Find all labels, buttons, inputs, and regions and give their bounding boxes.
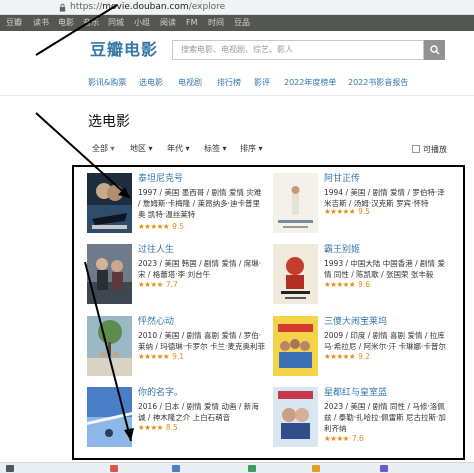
movie-card[interactable]: 霸王别姬 1993 / 中国大陆 中国香港 / 剧情 爱情 同性 / 陈凯歌 /… — [273, 244, 463, 322]
douban-movie-logo[interactable]: 豆瓣电影 — [90, 40, 158, 60]
movie-title[interactable]: 阿甘正传 — [324, 173, 360, 185]
os-taskbar — [0, 462, 474, 473]
screenshot-root: https://movie.douban.com/explore 豆瓣 读书 电… — [0, 0, 474, 473]
movie-card[interactable]: 你的名字。 2016 / 日本 / 剧情 爱情 动画 / 新海诚 / 神木隆之介… — [87, 387, 277, 465]
movie-poster[interactable] — [273, 244, 318, 304]
movie-rating: ★★★★★ 9.2 — [324, 352, 370, 362]
movie-meta: 1997 / 美国 墨西哥 / 剧情 爱情 灾难 / 詹姆斯·卡梅隆 / 莱昂纳… — [138, 188, 262, 219]
nav-time[interactable]: 时间 — [208, 17, 224, 28]
rating-stars: ★★★★ — [138, 423, 163, 432]
nav-fm[interactable]: FM — [186, 17, 198, 28]
rating-stars: ★★★★★ — [324, 352, 356, 361]
movie-subnav: 影讯&购票 选电影 电视剧 排行榜 影评 2022年度榜单 2022书影音报告 — [0, 73, 474, 93]
subnav-tv[interactable]: 电视剧 — [178, 77, 202, 88]
movie-title[interactable]: 星都红与皇室蓝 — [324, 387, 387, 399]
movie-title[interactable]: 霸王别姬 — [324, 244, 360, 256]
rating-score: 9.6 — [358, 280, 371, 289]
search-input[interactable]: 搜索电影、电视剧、综艺、影人 — [172, 40, 424, 60]
subnav-explore[interactable]: 选电影 — [139, 77, 163, 88]
nav-books[interactable]: 读书 — [33, 17, 49, 28]
movie-rating: ★★★★★ 9.5 — [138, 222, 184, 232]
movie-rating: ★★★★★ 9.1 — [138, 352, 184, 362]
movie-title[interactable]: 你的名字。 — [138, 387, 183, 399]
taskbar-app-icon[interactable] — [312, 465, 320, 472]
subnav-tickets[interactable]: 影讯&购票 — [88, 77, 126, 88]
douban-global-nav: 豆瓣 读书 电影 音乐 同城 小组 阅读 FM 时间 豆品 — [0, 15, 474, 31]
rating-stars: ★★★★★ — [324, 280, 356, 289]
movie-card[interactable]: 泰坦尼克号 1997 / 美国 墨西哥 / 剧情 爱情 灾难 / 詹姆斯·卡梅隆… — [87, 173, 277, 251]
filter-year[interactable]: 年代 ▾ — [167, 143, 190, 155]
movie-poster[interactable] — [273, 173, 318, 233]
movie-title[interactable]: 过往人生 — [138, 244, 174, 256]
rating-stars: ★★★★★ — [324, 207, 356, 216]
checkbox-box[interactable] — [412, 145, 420, 153]
movie-meta: 1993 / 中国大陆 中国香港 / 剧情 爱情 同性 / 陈凯歌 / 张国荣 … — [324, 259, 445, 279]
rating-score: 9.2 — [358, 352, 371, 361]
movie-meta: 2023 / 美国 / 剧情 同性 / 马修·洛佩兹 / 泰勒·扎哈拉·佩雷斯 … — [324, 402, 446, 433]
movie-poster[interactable] — [87, 387, 132, 447]
filter-type[interactable]: 全部 ▾ — [92, 143, 115, 155]
movie-meta: 2010 / 美国 / 剧情 喜剧 爱情 / 罗伯·莱纳 / 玛德琳·卡罗尔 卡… — [138, 331, 265, 351]
page-title: 选电影 — [88, 114, 130, 130]
nav-movie[interactable]: 电影 — [58, 17, 74, 28]
rating-score: 7.7 — [165, 280, 178, 289]
rating-score: 8.5 — [165, 423, 178, 432]
nav-local[interactable]: 同城 — [108, 17, 124, 28]
subnav-annual-list[interactable]: 2022年度榜单 — [284, 77, 336, 88]
rating-stars: ★★★★★ — [138, 352, 170, 361]
movie-meta: 2016 / 日本 / 剧情 爱情 动画 / 新海诚 / 神木隆之介 上白石萌音 — [138, 402, 259, 422]
nav-market[interactable]: 豆品 — [234, 17, 250, 28]
rating-stars: ★★★★ — [324, 434, 349, 443]
filter-region[interactable]: 地区 ▾ — [130, 143, 153, 155]
movie-poster[interactable] — [273, 387, 318, 447]
rating-score: 7.6 — [351, 434, 364, 443]
movie-poster[interactable] — [273, 316, 318, 376]
taskbar-app-icon[interactable] — [172, 465, 180, 472]
movie-poster[interactable] — [87, 244, 132, 304]
nav-douban[interactable]: 豆瓣 — [6, 17, 22, 28]
movie-meta: 2009 / 印度 / 剧情 喜剧 爱情 / 拉库马·希拉尼 / 阿米尔·汗 卡… — [324, 331, 446, 351]
filter-sort[interactable]: 排序 ▾ — [240, 143, 263, 155]
nav-read[interactable]: 阅读 — [160, 17, 176, 28]
search-icon — [429, 45, 439, 55]
taskbar-app-icon[interactable] — [110, 465, 118, 472]
rating-score: 9.5 — [358, 207, 371, 216]
movie-rating: ★★★★★ 9.5 — [324, 207, 370, 217]
movie-title[interactable]: 三傻大闹宝莱坞 — [324, 316, 387, 328]
movie-card[interactable]: 阿甘正传 1994 / 美国 / 剧情 爱情 / 罗伯特·泽米吉斯 / 汤姆·汉… — [273, 173, 463, 251]
taskbar-app-icon[interactable] — [380, 465, 388, 472]
taskbar-app-icon[interactable] — [248, 465, 256, 472]
subnav-charts[interactable]: 排行榜 — [217, 77, 241, 88]
rating-stars: ★★★★★ — [138, 222, 170, 231]
nav-music[interactable]: 音乐 — [83, 17, 99, 28]
url-text[interactable]: https://movie.douban.com/explore — [70, 1, 225, 13]
movie-rating: ★★★★ 7.6 — [324, 434, 364, 444]
movie-card[interactable]: 三傻大闹宝莱坞 2009 / 印度 / 剧情 喜剧 爱情 / 拉库马·希拉尼 /… — [273, 316, 463, 394]
movie-rating: ★★★★★ 9.6 — [324, 280, 370, 290]
lock-icon — [59, 3, 66, 12]
playable-label: 可播放 — [423, 145, 447, 154]
rating-score: 9.5 — [172, 222, 185, 231]
movie-card[interactable]: 星都红与皇室蓝 2023 / 美国 / 剧情 同性 / 马修·洛佩兹 / 泰勒·… — [273, 387, 463, 465]
rating-score: 9.1 — [172, 352, 185, 361]
playable-checkbox[interactable]: 可播放 — [412, 144, 447, 155]
movie-title[interactable]: 泰坦尼克号 — [138, 173, 183, 185]
movie-rating: ★★★★ 8.5 — [138, 423, 178, 433]
nav-group[interactable]: 小组 — [134, 17, 150, 28]
header-divider — [0, 95, 474, 96]
movie-title[interactable]: 怦然心动 — [138, 316, 174, 328]
subnav-reviews[interactable]: 影评 — [254, 77, 270, 88]
subnav-annual-report[interactable]: 2022书影音报告 — [348, 77, 408, 88]
movie-poster[interactable] — [87, 316, 132, 376]
movie-card[interactable]: 过往人生 2023 / 美国 韩国 / 剧情 爱情 / 席琳·宋 / 格蕾塔·李… — [87, 244, 277, 322]
browser-url-bar[interactable]: https://movie.douban.com/explore — [0, 0, 474, 15]
movie-poster[interactable] — [87, 173, 132, 233]
movie-meta: 2023 / 美国 韩国 / 剧情 爱情 / 席琳·宋 / 格蕾塔·李 刘台午 — [138, 259, 262, 279]
movie-card[interactable]: 怦然心动 2010 / 美国 / 剧情 喜剧 爱情 / 罗伯·莱纳 / 玛德琳·… — [87, 316, 277, 394]
rating-stars: ★★★★ — [138, 280, 163, 289]
taskbar-app-icon[interactable] — [6, 465, 14, 472]
search-button[interactable] — [424, 40, 445, 60]
filter-tag[interactable]: 标签 ▾ — [204, 143, 227, 155]
movie-rating: ★★★★ 7.7 — [138, 280, 178, 290]
